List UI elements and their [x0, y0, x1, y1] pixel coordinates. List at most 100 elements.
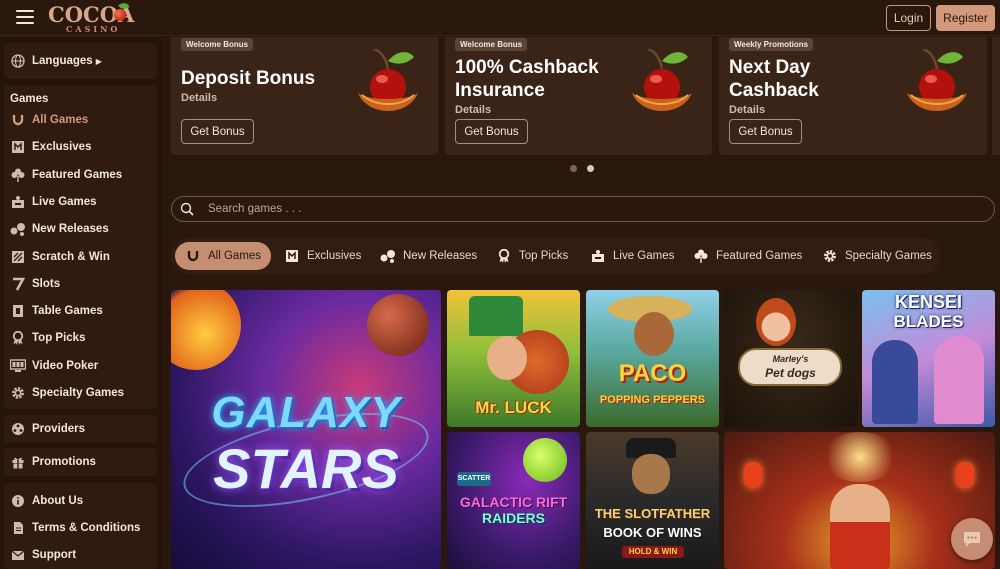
lantern-icon [744, 462, 762, 488]
tab-live-games[interactable]: Live Games [590, 242, 674, 270]
dealer-icon [10, 195, 26, 209]
casino-logo[interactable]: COCOA CASINO [48, 1, 138, 34]
languages-box: Languages ▶ [4, 43, 157, 79]
sidebar-item-table-games[interactable]: Table Games [10, 301, 103, 321]
tab-label: Specialty Games [845, 250, 932, 262]
promo-details-link[interactable]: Details [455, 104, 491, 116]
game-subtitle: POPPING PEPPERS [599, 394, 706, 406]
warrior-icon [872, 340, 918, 424]
sidebar-item-all-games[interactable]: All Games [10, 110, 88, 130]
table-icon [10, 304, 26, 318]
game-subtitle: RAIDERS [481, 510, 545, 526]
scratch-icon [10, 250, 26, 264]
planet-icon [171, 290, 241, 370]
sidebar-item-featured-games[interactable]: Featured Games [10, 165, 122, 185]
chat-bubble-icon [964, 532, 980, 547]
game-subtitle: BLADES [893, 312, 964, 331]
sidebar-item-new-releases[interactable]: New Releases [10, 219, 109, 239]
exclusive-icon [284, 248, 300, 264]
carousel-dot-1[interactable] [570, 165, 577, 172]
promo-tag: Welcome Bonus [181, 38, 254, 51]
tab-label: Featured Games [716, 250, 803, 262]
tab-all-games[interactable]: All Games [175, 242, 272, 270]
sidebar-item-video-poker[interactable]: Video Poker [10, 356, 98, 376]
sidebar-item-label: Table Games [32, 305, 103, 318]
cherry-bowl-icon [358, 49, 418, 111]
get-bonus-button[interactable]: Get Bonus [455, 119, 528, 144]
warrior-girl-icon [934, 336, 984, 424]
carousel-dot-2[interactable] [587, 165, 594, 172]
get-bonus-button[interactable]: Get Bonus [729, 119, 802, 144]
tab-new-releases[interactable]: New Releases [380, 242, 477, 270]
promo-tag: Weekly Promotions [729, 38, 814, 51]
game-tile-marleys-pet-dogs[interactable]: Marley's Pet dogs [724, 290, 857, 427]
dealer-icon [590, 248, 606, 264]
fortune-god-icon [830, 484, 890, 569]
carousel-dots [570, 165, 594, 172]
reel-icon [10, 422, 26, 436]
gift-icon [10, 455, 26, 469]
sidebar-item-support[interactable]: Support [10, 545, 76, 565]
new-icon [380, 248, 396, 264]
game-subtitle: Pet dogs [765, 366, 816, 380]
seven-icon [10, 277, 26, 291]
sidebar-item-label: Featured Games [32, 168, 123, 181]
game-tile-mr-luck[interactable]: Mr. LUCK [447, 290, 580, 427]
tab-top-picks[interactable]: Top Picks [496, 242, 568, 270]
sidebar-item-providers[interactable]: Providers [10, 419, 85, 439]
sidebar-item-label: Scratch & Win [32, 250, 110, 263]
paco-face-icon [634, 312, 674, 356]
planet-icon [367, 294, 429, 356]
poker-icon [10, 358, 26, 373]
tab-label: New Releases [403, 250, 478, 262]
game-tile-kensei-blades[interactable]: KENSEI BLADES [862, 290, 995, 427]
sidebar-item-live-games[interactable]: Live Games [10, 192, 97, 212]
game-title: Mr. LUCK [475, 398, 552, 417]
game-tile-galactic-rift[interactable]: SCATTER GALACTIC RIFT RAIDERS [447, 432, 580, 569]
search-input[interactable] [208, 203, 994, 215]
promo-card-2[interactable]: Welcome Bonus 100% Cashback Insurance Det… [445, 37, 712, 155]
promo-card-1[interactable]: Welcome Bonus Deposit Bonus Details Get … [171, 37, 438, 155]
new-icon [10, 222, 26, 237]
support-label: Support [32, 549, 77, 561]
game-subtitle: STARS [213, 437, 399, 500]
sidebar-item-promotions[interactable]: Promotions [10, 452, 96, 472]
girl-portrait-icon [756, 298, 796, 346]
promo-details-link[interactable]: Details [729, 104, 765, 116]
login-button[interactable]: Login [886, 5, 931, 31]
languages-label: Languages [32, 55, 93, 67]
game-subtitle: BOOK OF WINS [603, 525, 702, 540]
horseshoe-icon [10, 113, 26, 127]
game-tile-paco[interactable]: PACO POPPING PEPPERS [586, 290, 719, 427]
game-tile-galaxy-stars[interactable]: GALAXY STARS [171, 290, 441, 569]
terms-label: Terms & Conditions [32, 522, 141, 534]
tab-specialty-games[interactable]: Specialty Games [822, 242, 932, 270]
sidebar-item-exclusives[interactable]: Exclusives [10, 137, 91, 157]
search-bar [171, 196, 995, 222]
game-tile-slotfather[interactable]: THE SLOTFATHER BOOK OF WINS HOLD & WIN [586, 432, 719, 569]
sidebar-item-slots[interactable]: Slots [10, 274, 60, 294]
game-title: GALACTIC RIFT [459, 494, 568, 510]
providers-label: Providers [32, 423, 86, 435]
moon-icon [523, 438, 567, 482]
chat-button[interactable] [951, 518, 993, 560]
get-bonus-button[interactable]: Get Bonus [181, 119, 254, 144]
sidebar-item-top-picks[interactable]: Top Picks [10, 328, 85, 348]
promo-details-link[interactable]: Details [181, 92, 217, 104]
sidebar-item-label: Top Picks [32, 332, 86, 345]
hold-win-badge: HOLD & WIN [622, 546, 684, 558]
tab-featured-games[interactable]: Featured Games [693, 242, 802, 270]
scatter-badge: SCATTER [457, 472, 491, 486]
tab-exclusives[interactable]: Exclusives [284, 242, 361, 270]
register-button[interactable]: Register [936, 5, 995, 31]
firework-icon [820, 432, 900, 482]
sidebar-item-specialty-games[interactable]: Specialty Games [10, 383, 124, 403]
hamburger-menu-icon[interactable] [16, 10, 34, 24]
game-title: PACO [618, 360, 687, 387]
sidebar-item-terms[interactable]: Terms & Conditions [10, 518, 140, 538]
game-title: THE SLOTFATHER [594, 506, 711, 521]
sidebar-item-scratch-win[interactable]: Scratch & Win [10, 247, 110, 267]
languages-selector[interactable]: Languages ▶ [10, 51, 102, 71]
promo-card-3[interactable]: Weekly Promotions Next Day Cashback Detai… [719, 37, 987, 155]
sidebar-item-about[interactable]: About Us [10, 491, 83, 511]
